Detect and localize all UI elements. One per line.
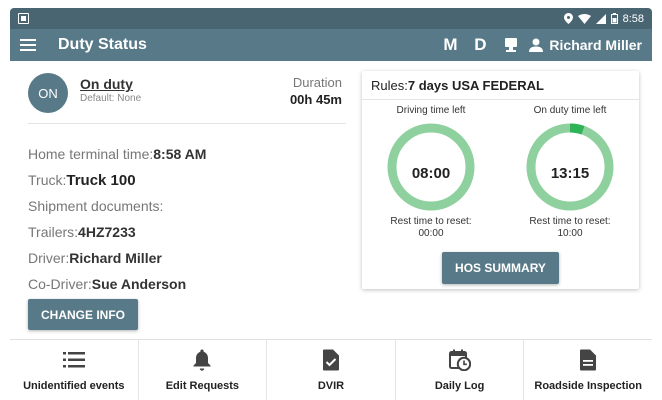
document-icon <box>576 348 600 372</box>
on-duty-gauge-block: On duty time left 13:15 Rest time to res… <box>505 105 635 239</box>
personal-conveyance-icon[interactable] <box>503 37 519 53</box>
nav-label: Edit Requests <box>165 380 240 392</box>
trailers-value: 4HZ7233 <box>78 224 136 240</box>
location-icon <box>563 13 573 24</box>
hos-summary-button[interactable]: HOS SUMMARY <box>442 252 559 284</box>
codriver-value: Sue Anderson <box>91 276 187 292</box>
notification-icon <box>18 13 29 24</box>
on-duty-reset-label: Rest time to reset: <box>529 216 611 227</box>
user-icon <box>529 38 544 52</box>
rules-value: 7 days USA FEDERAL <box>407 78 544 93</box>
battery-icon <box>610 13 618 24</box>
change-info-button[interactable]: CHANGE INFO <box>28 299 138 330</box>
nav-label: Daily Log <box>434 380 485 392</box>
rules-label: Rules: <box>371 78 408 93</box>
home-terminal-value: 8:58 AM <box>153 146 207 162</box>
driver-value: Richard Miller <box>69 250 162 266</box>
duty-status-badge[interactable]: ON <box>28 73 68 113</box>
shipment-label: Shipment documents: <box>28 198 164 214</box>
driving-time-value: 08:00 <box>411 165 451 182</box>
nav-label: Unidentified events <box>23 380 125 392</box>
system-status-bar: 8:58 <box>10 8 652 29</box>
wifi-icon <box>577 13 591 24</box>
menu-icon[interactable] <box>20 39 36 51</box>
mode-d-button[interactable]: D <box>465 35 495 55</box>
driving-reset-value: 00:00 <box>418 228 444 239</box>
nav-daily-log[interactable]: Daily Log <box>396 340 525 400</box>
truck-row: Truck:Truck 100 <box>28 172 136 189</box>
duty-status-link[interactable]: On duty <box>80 76 133 92</box>
on-duty-reset-value: 10:00 <box>557 228 583 239</box>
driver-label: Driver: <box>28 250 70 266</box>
duration-value: 00h 45m <box>289 92 342 107</box>
nav-roadside-inspection[interactable]: Roadside Inspection <box>524 340 652 400</box>
calendar-clock-icon <box>448 348 472 372</box>
codriver-label: Co-Driver: <box>28 276 92 292</box>
driver-row: Driver:Richard Miller <box>28 250 162 266</box>
app-bar: Duty Status M D Richard Miller <box>10 29 652 61</box>
hos-rules-card: Rules:7 days USA FEDERAL Driving time le… <box>362 71 639 289</box>
driving-gauge-block: Driving time left 08:00 Rest time to res… <box>366 105 496 239</box>
nav-edit-requests[interactable]: Edit Requests <box>139 340 268 400</box>
shipment-row: Shipment documents: <box>28 198 163 214</box>
driving-time-label: Driving time left <box>396 105 466 116</box>
nav-label: Roadside Inspection <box>534 380 642 392</box>
divider <box>362 99 639 100</box>
list-icon <box>62 348 86 372</box>
on-duty-time-label: On duty time left <box>533 105 607 116</box>
mode-m-button[interactable]: M <box>435 35 465 55</box>
trailers-row: Trailers:4HZ7233 <box>28 224 136 240</box>
duty-default-note: Default: None <box>80 93 142 104</box>
app-window: 8:58 Duty Status M D Richard Miller ON O… <box>10 8 652 400</box>
user-name[interactable]: Richard Miller <box>549 37 642 53</box>
clipboard-check-icon <box>319 348 343 372</box>
codriver-row: Co-Driver:Sue Anderson <box>28 276 186 292</box>
home-terminal-row: Home terminal time:8:58 AM <box>28 146 206 162</box>
driving-reset-label: Rest time to reset: <box>390 216 472 227</box>
duty-status-content: ON On duty Default: None Duration 00h 45… <box>10 61 652 339</box>
truck-label: Truck: <box>28 172 67 188</box>
bottom-navigation: Unidentified events Edit Requests DVIR D… <box>10 339 652 400</box>
nav-unidentified-events[interactable]: Unidentified events <box>10 340 139 400</box>
page-title: Duty Status <box>58 36 147 53</box>
home-terminal-label: Home terminal time: <box>28 146 154 162</box>
signal-icon <box>595 13 606 24</box>
clock-text: 8:58 <box>622 12 644 25</box>
duration-label: Duration <box>292 75 342 90</box>
nav-dvir[interactable]: DVIR <box>267 340 396 400</box>
truck-value: Truck 100 <box>66 172 136 189</box>
trailers-label: Trailers: <box>28 224 79 240</box>
nav-label: DVIR <box>317 380 345 392</box>
status-indicators: 8:58 <box>563 12 644 25</box>
bell-icon <box>190 348 214 372</box>
divider <box>28 123 346 124</box>
on-duty-time-value: 13:15 <box>550 165 590 182</box>
rules-title: Rules:7 days USA FEDERAL <box>371 78 544 93</box>
